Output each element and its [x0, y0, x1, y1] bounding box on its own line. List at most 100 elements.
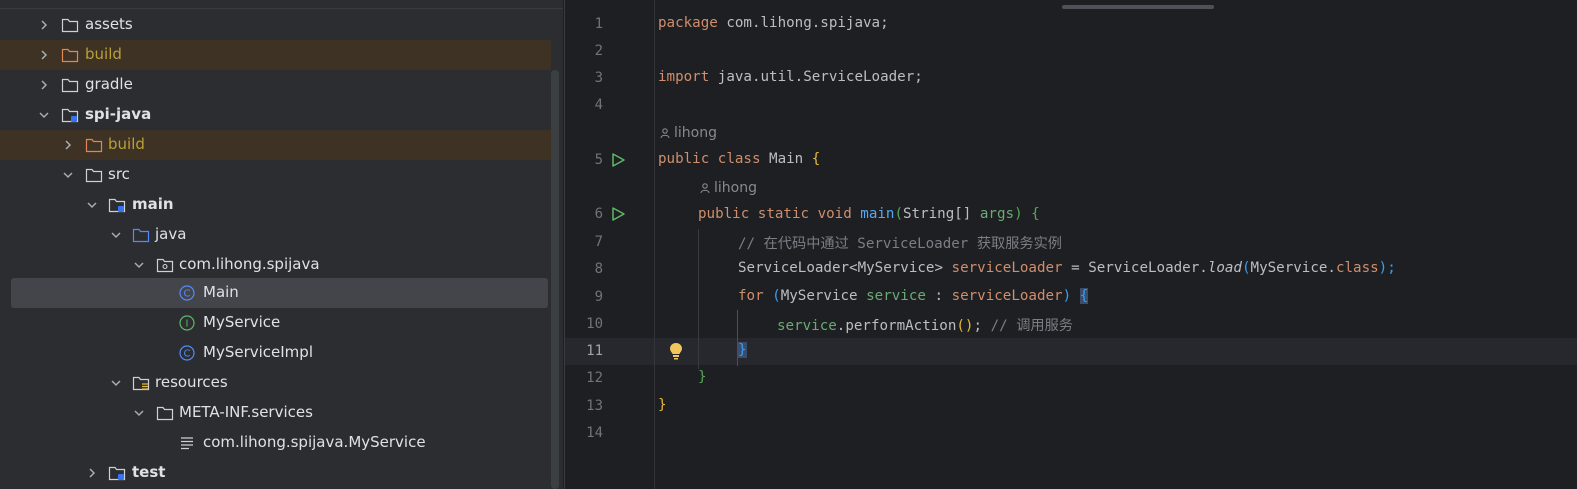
code-line-13[interactable]: } [658, 397, 667, 413]
tree-item-label: resources [155, 373, 228, 391]
static-method: load [1207, 260, 1242, 276]
folder-icon [85, 168, 103, 183]
chevron-down-icon[interactable] [133, 407, 145, 419]
folder-icon [156, 406, 174, 421]
tree-item-label: src [108, 165, 130, 183]
tree-item-myserviceimpl[interactable]: C MyServiceImpl [0, 338, 551, 368]
keyword: class [1335, 260, 1379, 276]
lightbulb-icon[interactable] [667, 341, 685, 361]
keyword: public class [658, 151, 761, 167]
code-text: ; [973, 318, 991, 334]
tree-item-main-class[interactable]: C Main [11, 278, 548, 308]
type-name: MyService [780, 288, 867, 304]
chevron-down-icon[interactable] [62, 169, 74, 181]
paren: ) [1062, 288, 1080, 304]
line-number: 10 [586, 316, 603, 332]
tree-item-spi-java[interactable]: spi-java [0, 100, 551, 130]
paren: ( [763, 288, 781, 304]
tree-item-label: main [132, 195, 174, 213]
code-editor[interactable]: 1 2 3 4 5 6 7 8 9 10 11 12 13 14 package… [564, 0, 1577, 489]
horizontal-scrollbar[interactable] [1062, 5, 1214, 9]
svg-text:C: C [184, 349, 191, 360]
code-line-12[interactable]: } [698, 369, 707, 385]
chevron-down-icon[interactable] [110, 229, 122, 241]
tree-item-main[interactable]: main [0, 190, 551, 220]
chevron-down-icon[interactable] [133, 259, 145, 271]
module-folder-icon [61, 108, 79, 123]
brace: { [811, 151, 821, 167]
tree-scrollbar[interactable] [551, 70, 559, 489]
tree-item-resources[interactable]: resources [0, 368, 551, 398]
tree-item-gradle[interactable]: gradle [0, 70, 551, 100]
code-line-6[interactable]: public static void main(String[] args) { [698, 206, 1040, 222]
folder-icon [61, 78, 79, 93]
line-number: 1 [594, 16, 603, 32]
code-text: = ServiceLoader. [1062, 260, 1208, 276]
tree-item-src[interactable]: src [0, 160, 551, 190]
project-tree: assets build gradle spi-java build src m… [0, 0, 563, 489]
chevron-right-icon[interactable] [38, 79, 50, 91]
run-icon[interactable] [610, 206, 626, 222]
code-line-1[interactable]: package com.lihong.spijava; [658, 15, 889, 31]
code-line-9[interactable]: for (MyService service : serviceLoader) … [738, 288, 1089, 304]
tree-item-build[interactable]: build [0, 40, 551, 70]
chevron-right-icon[interactable] [86, 467, 98, 479]
chevron-right-icon[interactable] [38, 49, 50, 61]
paren: ) [1014, 206, 1023, 222]
source-root-folder-icon [108, 466, 126, 481]
chevron-down-icon[interactable] [110, 377, 122, 389]
interface-icon: I [179, 315, 195, 331]
line-number: 5 [594, 152, 603, 168]
tree-item-java[interactable]: java [0, 220, 551, 250]
brace-matched: { [1079, 288, 1089, 304]
chevron-down-icon[interactable] [38, 109, 50, 121]
code-line-5[interactable]: public class Main { [658, 151, 820, 167]
brace: { [1031, 206, 1040, 222]
tree-item-label: Main [203, 283, 239, 301]
paren: () [956, 318, 974, 334]
comment: // 在代码中通过 ServiceLoader 获取服务实例 [738, 236, 1062, 252]
source-root-folder-icon [108, 198, 126, 213]
excluded-folder-icon [61, 48, 79, 63]
tree-item-package[interactable]: com.lihong.spijava [0, 250, 551, 280]
author-inlay-hint[interactable]: lihong [660, 125, 717, 141]
code-line-7[interactable]: // 在代码中通过 ServiceLoader 获取服务实例 [738, 233, 1062, 253]
tree-item-meta-inf-services[interactable]: META-INF.services [0, 398, 551, 428]
tree-item-label: assets [85, 15, 133, 33]
tree-item-build[interactable]: build [0, 130, 551, 160]
line-number: 4 [594, 97, 603, 113]
keyword: package [658, 15, 718, 31]
chevron-right-icon[interactable] [38, 19, 50, 31]
tree-item-label: MyService [203, 313, 281, 331]
tree-item-label: com.lihong.spijava [179, 255, 320, 273]
keyword: for [738, 288, 764, 304]
comment: // 调用服务 [990, 318, 1073, 334]
tree-item-label: build [85, 45, 122, 63]
tree-item-assets[interactable]: assets [0, 10, 551, 40]
code-text: : [925, 288, 952, 304]
chevron-down-icon[interactable] [86, 199, 98, 211]
class-icon: C [179, 345, 195, 361]
current-line-highlight [565, 338, 1577, 365]
author-inlay-hint[interactable]: lihong [700, 180, 757, 196]
code-line-8[interactable]: ServiceLoader<MyService> serviceLoader =… [738, 260, 1396, 276]
tree-item-test[interactable]: test [0, 458, 551, 488]
tree-item-label: com.lihong.spijava.MyService [203, 433, 426, 451]
tree-top-edge [0, 0, 563, 9]
code-text: com.lihong.spijava; [717, 15, 889, 31]
run-icon[interactable] [610, 152, 626, 168]
code-text: MyService. [1250, 260, 1336, 276]
tree-item-myservice[interactable]: I MyService [0, 308, 551, 338]
paren: ( [894, 206, 904, 222]
type-name: ServiceLoader<MyService> [738, 260, 952, 276]
tree-item-services-file[interactable]: com.lihong.spijava.MyService [0, 428, 551, 458]
line-number: 2 [594, 43, 603, 59]
chevron-right-icon[interactable] [62, 139, 74, 151]
code-line-11[interactable]: } [738, 342, 747, 358]
code-line-10[interactable]: service.performAction(); // 调用服务 [777, 315, 1073, 335]
author-name: lihong [674, 125, 717, 141]
tree-item-label: build [108, 135, 145, 153]
local-variable: service [866, 288, 926, 304]
code-line-3[interactable]: import java.util.ServiceLoader; [658, 69, 923, 85]
tree-item-label: META-INF.services [179, 403, 313, 421]
